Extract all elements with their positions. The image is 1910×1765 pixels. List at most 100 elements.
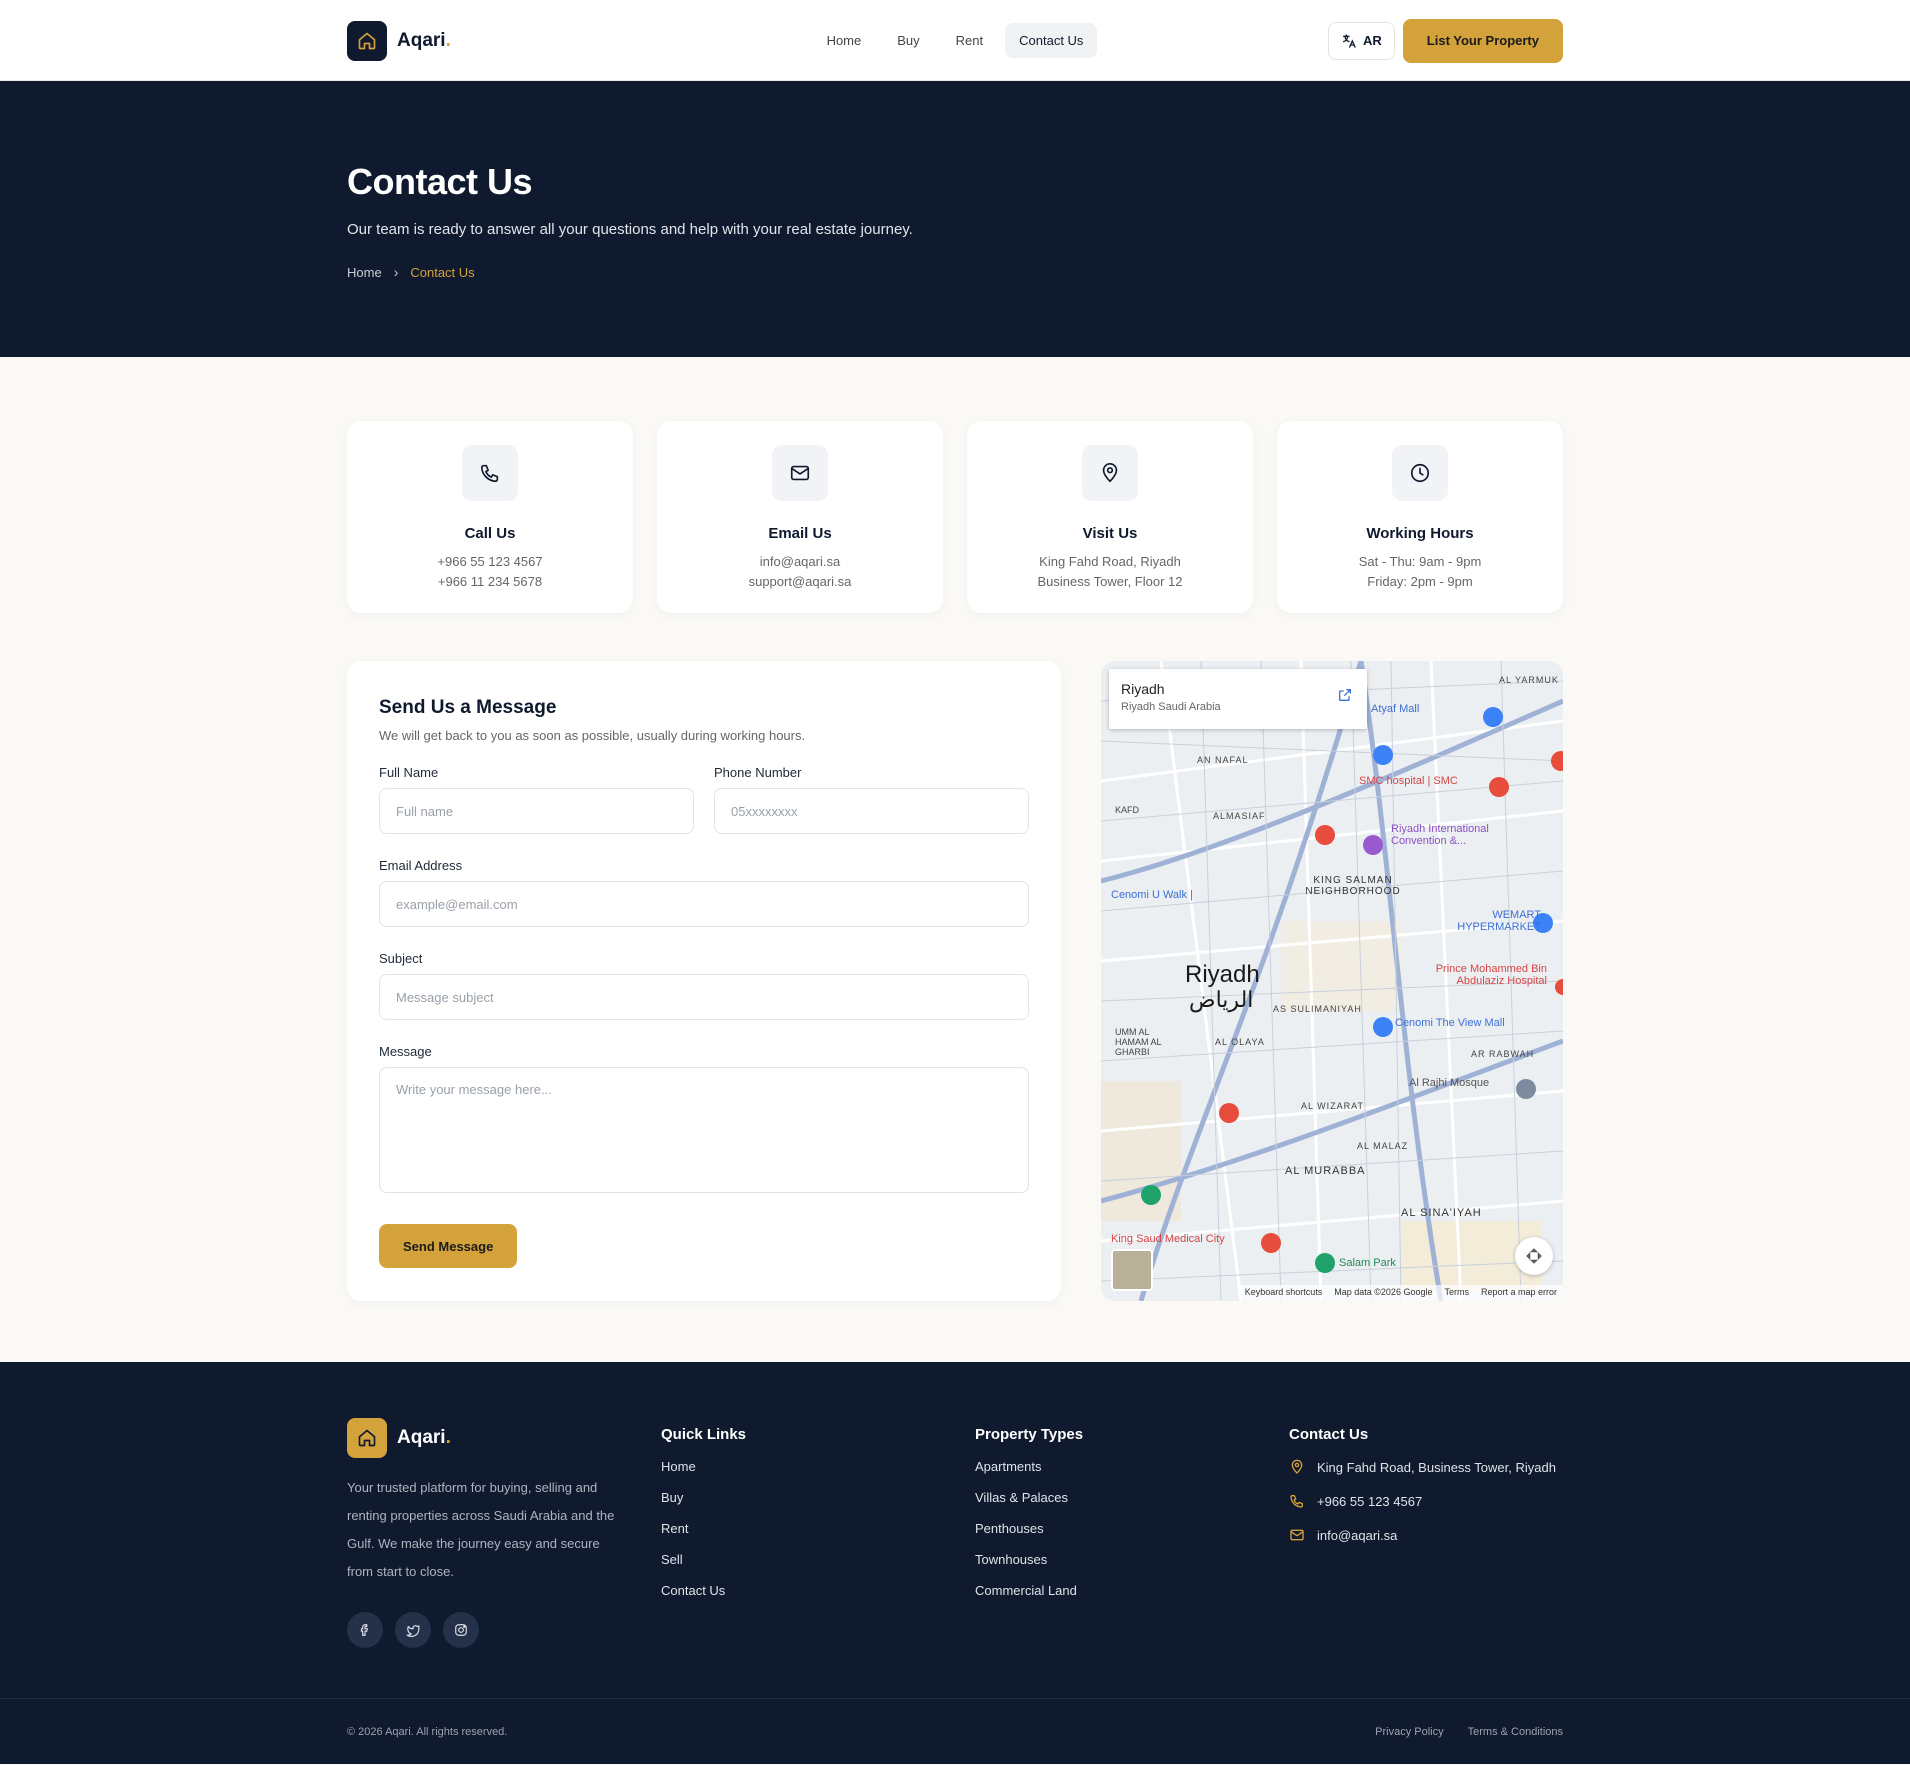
map-label-ar-rabwah: AR RABWAH bbox=[1471, 1049, 1535, 1059]
card-title: Email Us bbox=[768, 525, 832, 542]
footer-link-buy[interactable]: Buy bbox=[661, 1490, 975, 1505]
footer-link-commercial-land[interactable]: Commercial Land bbox=[975, 1583, 1289, 1598]
open-external-icon[interactable] bbox=[1337, 687, 1353, 708]
list-property-button[interactable]: List Your Property bbox=[1402, 18, 1563, 63]
clock-icon bbox=[1392, 445, 1448, 501]
card-title: Working Hours bbox=[1366, 525, 1474, 542]
working-hours-card: Working Hours Sat - Thu: 9am - 9pm Frida… bbox=[1277, 421, 1563, 613]
map-place-address: Riyadh Saudi Arabia bbox=[1121, 701, 1221, 713]
call-us-card: Call Us +966 55 123 4567 +966 11 234 567… bbox=[347, 421, 633, 613]
location-map[interactable]: Atyaf Mall SMC hospital | SMC Riyadh Int… bbox=[1101, 661, 1563, 1301]
map-terms-link[interactable]: Terms bbox=[1444, 1287, 1469, 1299]
card-line: info@aqari.sa bbox=[759, 554, 841, 569]
map-label-malaz: AL MALAZ bbox=[1357, 1141, 1409, 1151]
mail-icon bbox=[772, 445, 828, 501]
map-label-ricc: Riyadh International Convention &... bbox=[1391, 823, 1489, 847]
privacy-policy-link[interactable]: Privacy Policy bbox=[1375, 1726, 1443, 1738]
translate-icon bbox=[1343, 33, 1356, 48]
phone-input[interactable] bbox=[714, 788, 1029, 834]
full-name-input[interactable] bbox=[379, 788, 694, 834]
main-nav: Home Buy Rent Contact Us bbox=[805, 23, 1105, 58]
footer-email-text: info@aqari.sa bbox=[1317, 1527, 1398, 1543]
map-label-sulaimaniyah: AS SULIMANIYAH bbox=[1273, 1004, 1362, 1014]
card-line: +966 11 234 5678 bbox=[437, 574, 543, 589]
map-place-card: Riyadh Riyadh Saudi Arabia bbox=[1109, 669, 1367, 729]
breadcrumb: Home › Contact Us bbox=[347, 264, 1563, 280]
nav-home[interactable]: Home bbox=[813, 23, 876, 58]
map-label-smc: SMC hospital | SMC bbox=[1359, 775, 1458, 787]
map-label-kafd: KAFD bbox=[1115, 805, 1140, 815]
map-attribution: Keyboard shortcuts Map data ©2026 Google… bbox=[1238, 1285, 1563, 1301]
footer-email[interactable]: info@aqari.sa bbox=[1289, 1527, 1563, 1543]
map-label-atyaf: Atyaf Mall bbox=[1371, 703, 1420, 715]
footer-contact-heading: Contact Us bbox=[1289, 1426, 1369, 1443]
site-footer: Aqari. Your trusted platform for buying,… bbox=[0, 1362, 1910, 1764]
language-toggle-button[interactable]: AR bbox=[1328, 21, 1395, 60]
footer-about: Your trusted platform for buying, sellin… bbox=[347, 1480, 615, 1579]
footer-link-rent[interactable]: Rent bbox=[661, 1521, 975, 1536]
map-label-nafal: AN NAFAL bbox=[1197, 755, 1249, 765]
map-label-king-salman: KING SALMAN NEIGHBORHOOD bbox=[1305, 875, 1401, 897]
footer-link-contact[interactable]: Contact Us bbox=[661, 1583, 975, 1598]
language-label: AR bbox=[1363, 33, 1382, 48]
nav-rent[interactable]: Rent bbox=[942, 23, 997, 58]
subject-input[interactable] bbox=[379, 974, 1029, 1020]
map-satellite-toggle[interactable] bbox=[1111, 1249, 1153, 1291]
card-line: Sat - Thu: 9am - 9pm bbox=[1358, 554, 1482, 569]
footer-link-sell[interactable]: Sell bbox=[661, 1552, 975, 1567]
card-line: +966 55 123 4567 bbox=[437, 554, 543, 569]
map-pin-icon bbox=[1291, 1459, 1303, 1474]
report-map-error-link[interactable]: Report a map error bbox=[1481, 1287, 1557, 1299]
email-input[interactable] bbox=[379, 881, 1029, 927]
phone-icon bbox=[1290, 1495, 1303, 1508]
map-label-salam-park: Salam Park bbox=[1339, 1257, 1396, 1269]
phone-label: Phone Number bbox=[714, 765, 802, 780]
terms-link[interactable]: Terms & Conditions bbox=[1468, 1726, 1563, 1738]
card-line: King Fahd Road, Riyadh bbox=[1039, 554, 1181, 569]
breadcrumb-home-link[interactable]: Home bbox=[347, 265, 382, 280]
instagram-icon[interactable] bbox=[443, 1612, 479, 1648]
footer-link-townhouses[interactable]: Townhouses bbox=[975, 1552, 1289, 1567]
phone-icon bbox=[462, 445, 518, 501]
card-line: Business Tower, Floor 12 bbox=[1037, 574, 1183, 589]
send-message-button[interactable]: Send Message bbox=[379, 1224, 518, 1268]
quick-links-heading: Quick Links bbox=[661, 1426, 747, 1443]
footer-link-home[interactable]: Home bbox=[661, 1459, 975, 1474]
brand-name: Aqari. bbox=[397, 1427, 451, 1448]
keyboard-shortcuts-link[interactable]: Keyboard shortcuts bbox=[1245, 1287, 1323, 1299]
map-label-wizarat: AL WIZARAT bbox=[1301, 1101, 1365, 1111]
subject-label: Subject bbox=[379, 951, 423, 966]
fullscreen-icon[interactable] bbox=[1515, 1237, 1553, 1275]
footer-phone[interactable]: +966 55 123 4567 bbox=[1289, 1493, 1563, 1509]
map-label-cenomi-u-walk: Cenomi U Walk | bbox=[1111, 889, 1193, 901]
contact-info-cards: Call Us +966 55 123 4567 +966 11 234 567… bbox=[347, 421, 1563, 613]
map-label-view-mall: Cenomi The View Mall bbox=[1395, 1017, 1505, 1029]
footer-address-text: King Fahd Road, Business Tower, Riyadh bbox=[1317, 1459, 1556, 1475]
form-description: We will get back to you as soon as possi… bbox=[379, 728, 806, 743]
footer-logo[interactable]: Aqari. bbox=[347, 1418, 661, 1458]
brand-logo[interactable]: Aqari. bbox=[347, 20, 451, 61]
facebook-icon[interactable] bbox=[347, 1612, 383, 1648]
map-city-label: Riyadh bbox=[1185, 961, 1260, 988]
map-label-yarmuk: AL YARMUK bbox=[1499, 675, 1559, 685]
card-title: Call Us bbox=[464, 525, 516, 542]
map-pin-icon bbox=[1082, 445, 1138, 501]
top-navbar: Aqari. Home Buy Rent Contact Us AR List … bbox=[0, 0, 1910, 81]
nav-buy[interactable]: Buy bbox=[883, 23, 933, 58]
twitter-icon[interactable] bbox=[395, 1612, 431, 1648]
message-textarea[interactable] bbox=[379, 1067, 1029, 1193]
footer-link-penthouses[interactable]: Penthouses bbox=[975, 1521, 1289, 1536]
footer-link-apartments[interactable]: Apartments bbox=[975, 1459, 1289, 1474]
nav-contact[interactable]: Contact Us bbox=[1005, 23, 1098, 58]
map-place-name: Riyadh bbox=[1121, 681, 1165, 697]
contact-form: Send Us a Message We will get back to yo… bbox=[347, 661, 1061, 1301]
card-title: Visit Us bbox=[1082, 525, 1138, 542]
footer-link-villas[interactable]: Villas & Palaces bbox=[975, 1490, 1289, 1505]
chevron-right-icon: › bbox=[393, 264, 399, 280]
email-us-card: Email Us info@aqari.sa support@aqari.sa bbox=[657, 421, 943, 613]
page-subtitle: Our team is ready to answer all your que… bbox=[347, 221, 913, 238]
copyright-text: © 2026 Aqari. All rights reserved. bbox=[347, 1726, 508, 1738]
hero-section: Contact Us Our team is ready to answer a… bbox=[0, 81, 1910, 357]
map-label-ksmc: King Saud Medical City bbox=[1111, 1233, 1225, 1245]
full-name-label: Full Name bbox=[379, 765, 439, 780]
